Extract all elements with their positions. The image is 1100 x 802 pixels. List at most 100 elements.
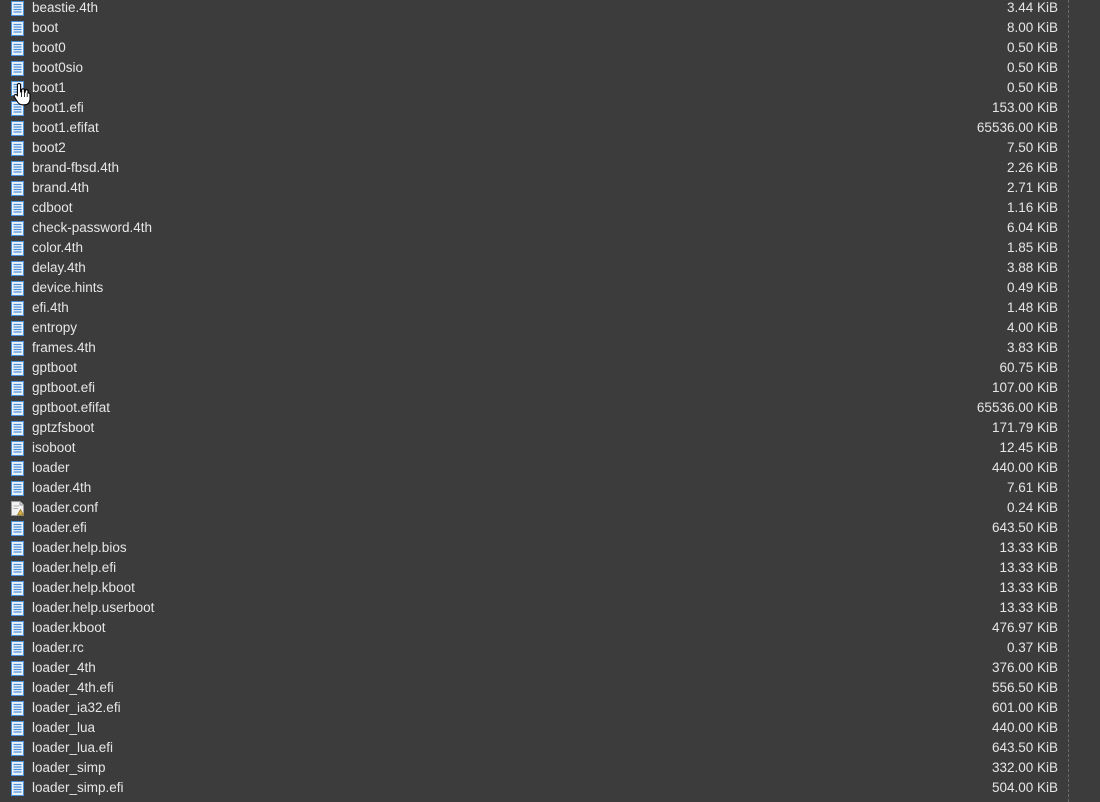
file-name: boot0sio (32, 60, 84, 75)
file-name: loader (32, 460, 70, 475)
file-row[interactable]: loader_lua.efi 643.50 KiB (0, 738, 1068, 758)
file-icon (11, 361, 24, 376)
file-icon (11, 321, 24, 336)
file-icon (11, 561, 24, 576)
file-icon (11, 61, 24, 76)
file-name: loader_lua (32, 720, 96, 735)
file-row[interactable]: brand-fbsd.4th 2.26 KiB (0, 158, 1068, 178)
file-row[interactable]: delay.4th 3.88 KiB (0, 258, 1068, 278)
file-row[interactable]: loader_simp 332.00 KiB (0, 758, 1068, 778)
file-row[interactable]: brand.4th 2.71 KiB (0, 178, 1068, 198)
file-row[interactable]: loader_lua 440.00 KiB (0, 718, 1068, 738)
file-size: 107.00 KiB (991, 380, 1058, 395)
file-row[interactable]: loader_simp.efi 504.00 KiB (0, 778, 1068, 798)
file-row[interactable]: device.hints 0.49 KiB (0, 278, 1068, 298)
file-row[interactable]: gptboot.efi 107.00 KiB (0, 378, 1068, 398)
file-size: 13.33 KiB (999, 560, 1058, 575)
file-size: 0.50 KiB (1006, 60, 1058, 75)
file-row[interactable]: efi.4th 1.48 KiB (0, 298, 1068, 318)
file-size: 3.88 KiB (1006, 260, 1058, 275)
file-icon (11, 581, 24, 596)
file-size: 0.24 KiB (1006, 500, 1058, 515)
file-name: boot0 (32, 40, 66, 55)
file-row[interactable]: boot1.efi 153.00 KiB (0, 98, 1068, 118)
file-name: loader.help.kboot (32, 580, 135, 595)
file-name: loader_simp.efi (32, 780, 124, 795)
file-row[interactable]: gptboot.efifat 65536.00 KiB (0, 398, 1068, 418)
file-icon (11, 341, 24, 356)
file-row[interactable]: loader.kboot 476.97 KiB (0, 618, 1068, 638)
file-row[interactable]: boot1 0.50 KiB (0, 78, 1068, 98)
file-name: loader_4th.efi (32, 680, 114, 695)
file-size: 2.71 KiB (1006, 180, 1058, 195)
file-name: cdboot (32, 200, 73, 215)
file-row[interactable]: loader.help.kboot 13.33 KiB (0, 578, 1068, 598)
file-row[interactable]: frames.4th 3.83 KiB (0, 338, 1068, 358)
file-name: boot2 (32, 140, 66, 155)
file-icon (11, 181, 24, 196)
file-row[interactable]: color.4th 1.85 KiB (0, 238, 1068, 258)
file-name: loader.help.efi (32, 560, 117, 575)
file-name: entropy (32, 320, 78, 335)
file-size: 6.04 KiB (1006, 220, 1058, 235)
file-icon (11, 701, 24, 716)
file-row[interactable]: loader.rc 0.37 KiB (0, 638, 1068, 658)
column-divider[interactable] (1068, 0, 1069, 802)
file-icon (11, 221, 24, 236)
file-icon (11, 1, 24, 16)
file-size: 1.16 KiB (1006, 200, 1058, 215)
file-row[interactable]: cdboot 1.16 KiB (0, 198, 1068, 218)
file-size: 476.97 KiB (991, 620, 1058, 635)
file-row[interactable]: boot2 7.50 KiB (0, 138, 1068, 158)
file-icon (11, 381, 24, 396)
file-row[interactable]: isoboot 12.45 KiB (0, 438, 1068, 458)
file-icon (11, 21, 24, 36)
file-row[interactable]: beastie.4th 3.44 KiB (0, 0, 1068, 18)
file-row[interactable]: check-password.4th 6.04 KiB (0, 218, 1068, 238)
file-row[interactable]: loader_4th.efi 556.50 KiB (0, 678, 1068, 698)
file-row[interactable]: loader.efi 643.50 KiB (0, 518, 1068, 538)
file-size: 65536.00 KiB (976, 400, 1058, 415)
file-name: boot (32, 20, 59, 35)
file-size: 13.33 KiB (999, 540, 1058, 555)
file-name: efi.4th (32, 300, 69, 315)
file-icon (11, 741, 24, 756)
file-size: 643.50 KiB (991, 520, 1058, 535)
file-row[interactable]: loader.help.efi 13.33 KiB (0, 558, 1068, 578)
file-row[interactable]: boot1.efifat 65536.00 KiB (0, 118, 1068, 138)
file-icon (11, 521, 24, 536)
file-icon (11, 721, 24, 736)
file-row[interactable]: boot0 0.50 KiB (0, 38, 1068, 58)
file-row[interactable]: gptboot 60.75 KiB (0, 358, 1068, 378)
file-row[interactable]: loader_4th 376.00 KiB (0, 658, 1068, 678)
file-name: loader.kboot (32, 620, 106, 635)
file-row[interactable]: loader.4th 7.61 KiB (0, 478, 1068, 498)
file-row[interactable]: loader.help.bios 13.33 KiB (0, 538, 1068, 558)
file-size: 601.00 KiB (991, 700, 1058, 715)
file-name: boot1.efi (32, 100, 84, 115)
file-size: 440.00 KiB (991, 720, 1058, 735)
file-size: 643.50 KiB (991, 740, 1058, 755)
file-row[interactable]: gptzfsboot 171.79 KiB (0, 418, 1068, 438)
file-icon (11, 301, 24, 316)
file-row[interactable]: entropy 4.00 KiB (0, 318, 1068, 338)
file-row[interactable]: loader_ia32.efi 601.00 KiB (0, 698, 1068, 718)
file-size: 12.45 KiB (999, 440, 1058, 455)
file-name: loader_lua.efi (32, 740, 114, 755)
file-row[interactable]: boot 8.00 KiB (0, 18, 1068, 38)
file-size: 8.00 KiB (1006, 20, 1058, 35)
file-name: boot1 (32, 80, 66, 95)
file-icon (11, 601, 24, 616)
config-file-icon (11, 501, 25, 516)
file-size: 3.44 KiB (1006, 0, 1058, 15)
file-row[interactable]: boot0sio 0.50 KiB (0, 58, 1068, 78)
file-size: 7.50 KiB (1006, 140, 1058, 155)
file-icon (11, 641, 24, 656)
file-row[interactable]: loader 440.00 KiB (0, 458, 1068, 478)
file-list-panel: beastie.4th 3.44 KiB boot 8.00 KiB boot0 0.50… (0, 0, 1100, 802)
file-name: device.hints (32, 280, 104, 295)
file-size: 332.00 KiB (991, 760, 1058, 775)
file-row[interactable]: loader.conf 0.24 KiB (0, 498, 1068, 518)
file-size: 13.33 KiB (999, 580, 1058, 595)
file-row[interactable]: loader.help.userboot 13.33 KiB (0, 598, 1068, 618)
